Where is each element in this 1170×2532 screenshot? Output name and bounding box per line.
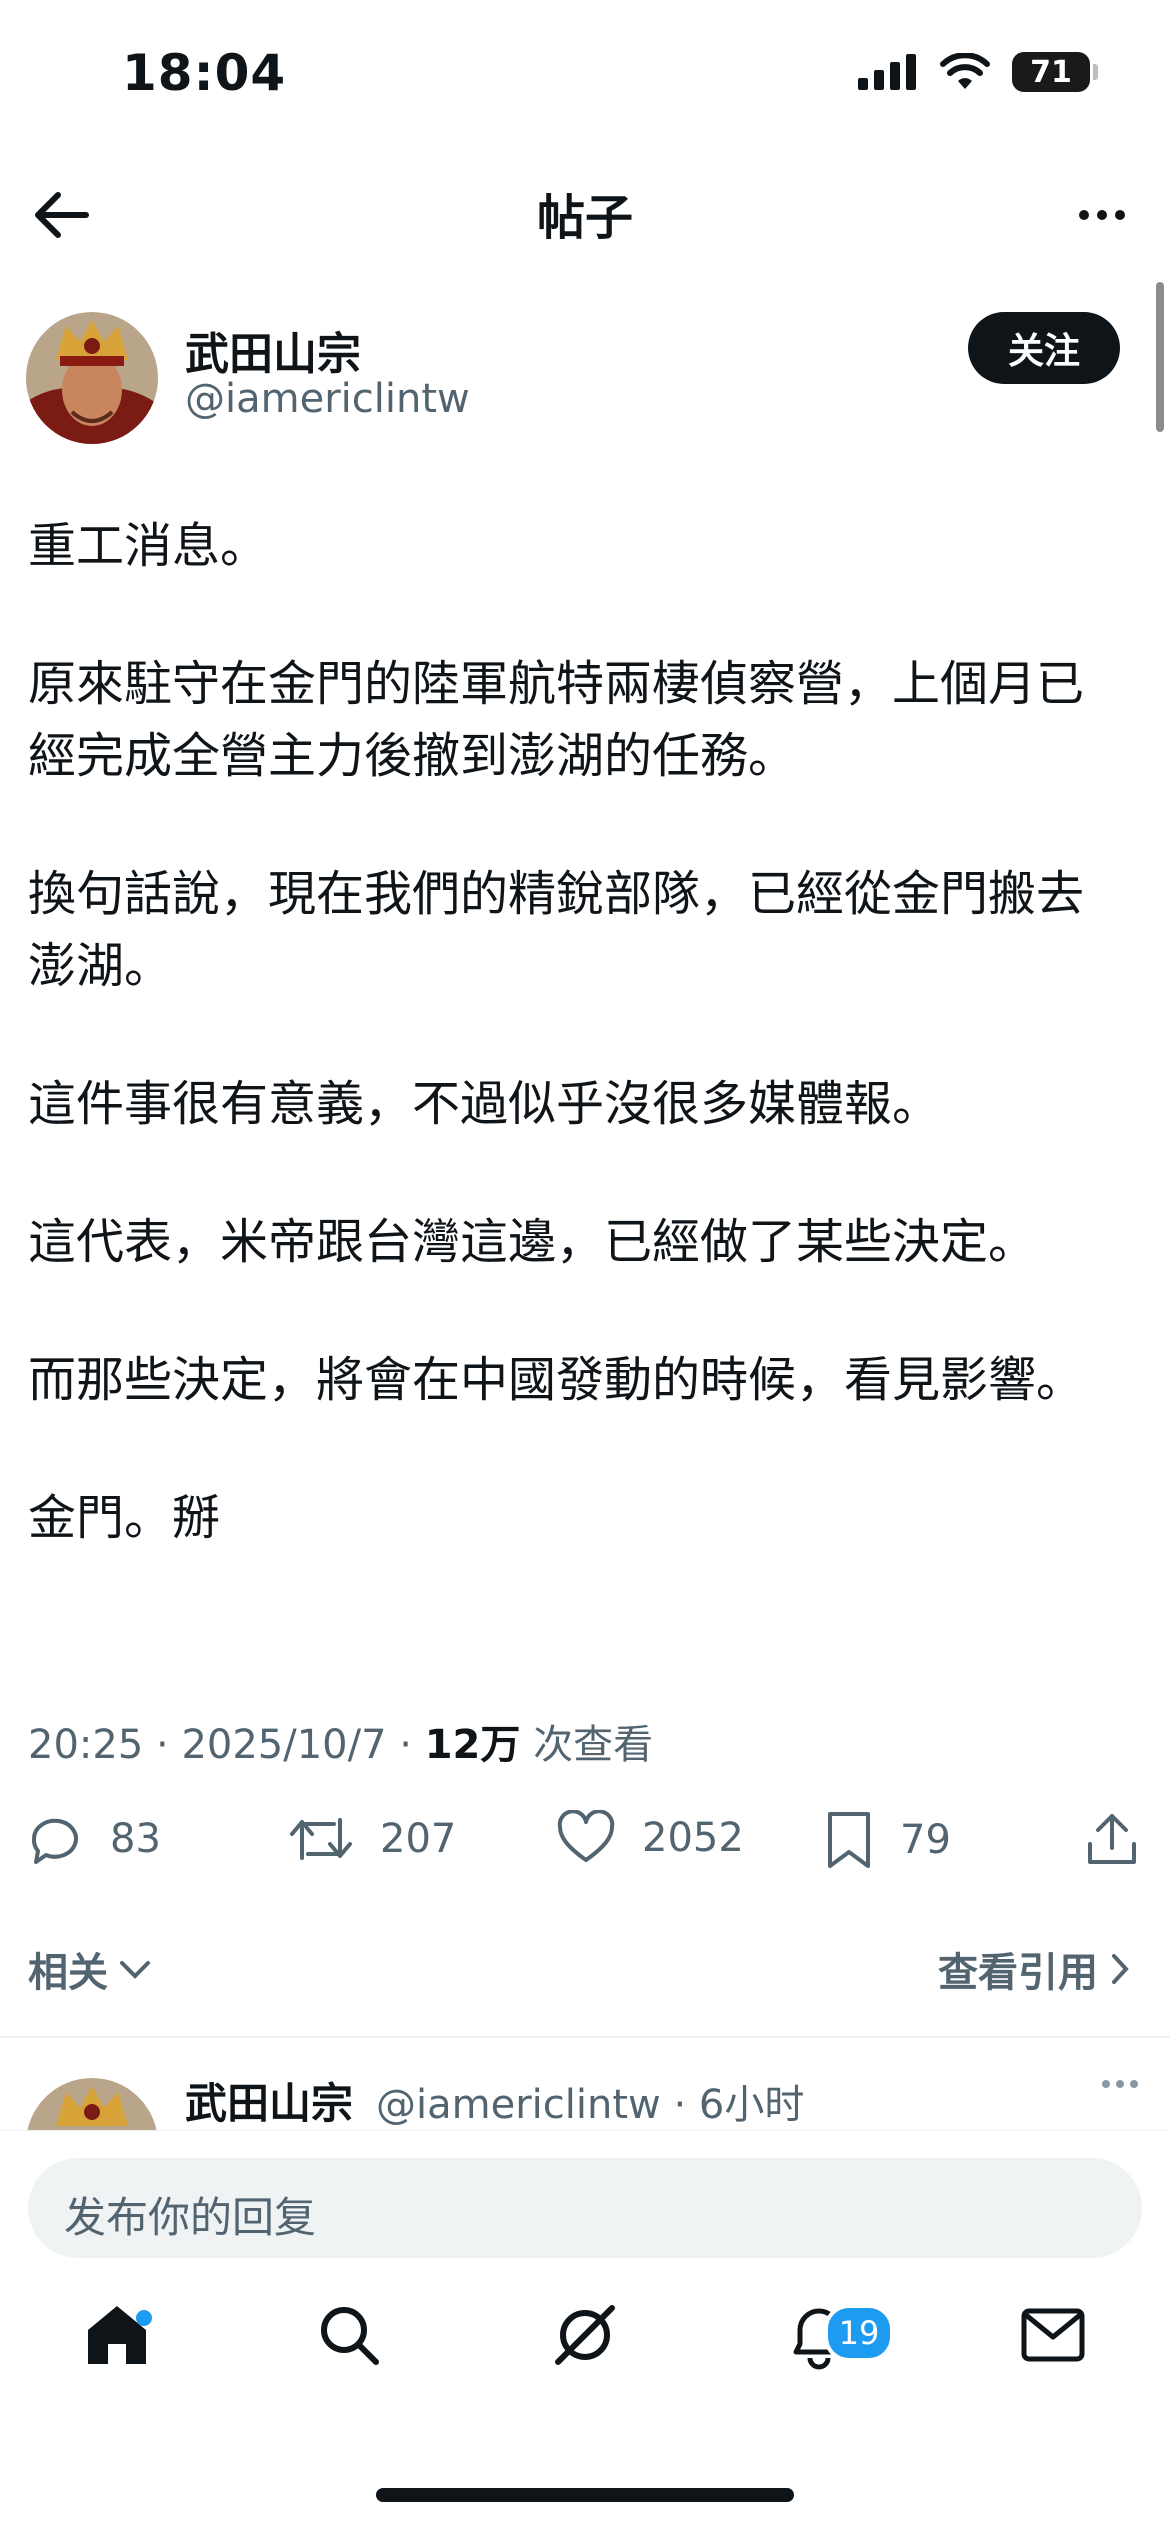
reply-more-button[interactable] [1102,2080,1138,2088]
like-count: 2052 [642,1815,744,1861]
reply-icon [31,1818,78,1864]
post-paragraph: 換句話說，現在我們的精銳部隊，已經從金門搬去澎湖。 [28,866,1085,994]
grok-icon [555,2305,615,2365]
page-title: 帖子 [536,190,633,246]
author-handle[interactable]: @iamericlintw [185,376,470,422]
follow-button[interactable]: 关注 [968,312,1120,384]
related-label: 相关 [28,1950,108,1996]
post-paragraph: 原來駐守在金門的陸軍航特兩棲偵察營，上個月已經完成全營主力後撤到澎湖的任務。 [28,656,1085,784]
mail-icon [1021,2308,1085,2362]
view-quotes-link[interactable]: 查看引用 [938,1940,1130,1998]
post-paragraph: 這代表，米帝跟台灣這邊，已經做了某些決定。 [28,1214,1037,1270]
notification-badge: 19 [824,2304,894,2362]
post-time: 20:25 [28,1722,144,1768]
reply-button[interactable]: 83 [26,1810,161,1868]
dot-icon [1102,2080,1110,2088]
more-options-button[interactable] [1062,180,1142,250]
author-name[interactable]: 武田山宗 [185,318,361,382]
reply-author-handle[interactable]: @iamericlintw · 6小时 [376,2072,804,2130]
tab-grok[interactable] [540,2290,630,2380]
bookmark-button[interactable]: 79 [824,1810,951,1870]
dot-icon [1130,2080,1138,2088]
repost-icon [290,1818,352,1860]
repost-button[interactable]: 207 [288,1810,456,1868]
post-paragraph: 而那些決定，將會在中國發動的時候，看見影響。 [28,1352,1085,1408]
post-text: 重工消息。 原來駐守在金門的陸軍航特兩棲偵察營，上個月已經完成全營主力後撤到澎湖… [28,510,1128,1620]
reply-count: 83 [110,1816,161,1862]
tab-search[interactable] [304,2290,394,2380]
home-notification-dot [136,2310,152,2326]
quotes-label: 查看引用 [938,1950,1098,1996]
post-paragraph: 金門。掰 [28,1490,221,1546]
signal-icon [858,54,916,90]
battery-icon: 71 [1012,52,1098,92]
repost-count: 207 [380,1816,457,1862]
views-label: 次查看 [533,1722,654,1768]
dot-icon [1115,210,1125,220]
scrollbar[interactable] [1156,282,1164,432]
view-count: 12万 [424,1722,521,1768]
reply-placeholder: 发布你的回复 [64,2193,317,2242]
wifi-icon [940,53,990,89]
tab-messages[interactable] [1008,2290,1098,2380]
post-paragraph: 重工消息。 [28,518,269,574]
like-button[interactable]: 2052 [556,1810,744,1866]
heart-icon [557,1810,615,1862]
battery-level: 71 [1030,54,1072,90]
dot-icon [1116,2080,1124,2088]
bookmark-count: 79 [900,1817,951,1863]
tab-home[interactable] [72,2290,162,2380]
divider [0,2036,1170,2038]
post-meta: 20:25 · 2025/10/7 · 12万 次查看 [28,1722,654,1768]
dot-icon [1079,210,1089,220]
post-paragraph: 這件事很有意義，不過似乎沒很多媒體報。 [28,1076,941,1132]
avatar-image [26,312,158,444]
share-button[interactable] [1084,1810,1140,1868]
home-indicator[interactable] [376,2488,794,2502]
chevron-right-icon [1112,1954,1129,1984]
dot-icon [1097,210,1107,220]
bookmark-icon [828,1812,870,1868]
author-avatar[interactable] [26,312,158,444]
reply-author-name[interactable]: 武田山宗 [185,2070,353,2131]
post-date: 2025/10/7 [181,1722,387,1768]
status-time: 18:04 [122,44,287,102]
chevron-down-icon [120,1961,150,1979]
search-icon [321,2307,379,2365]
status-icons: 71 [858,52,1098,92]
share-icon [1088,1814,1136,1864]
related-dropdown[interactable]: 相关 [28,1940,152,1998]
